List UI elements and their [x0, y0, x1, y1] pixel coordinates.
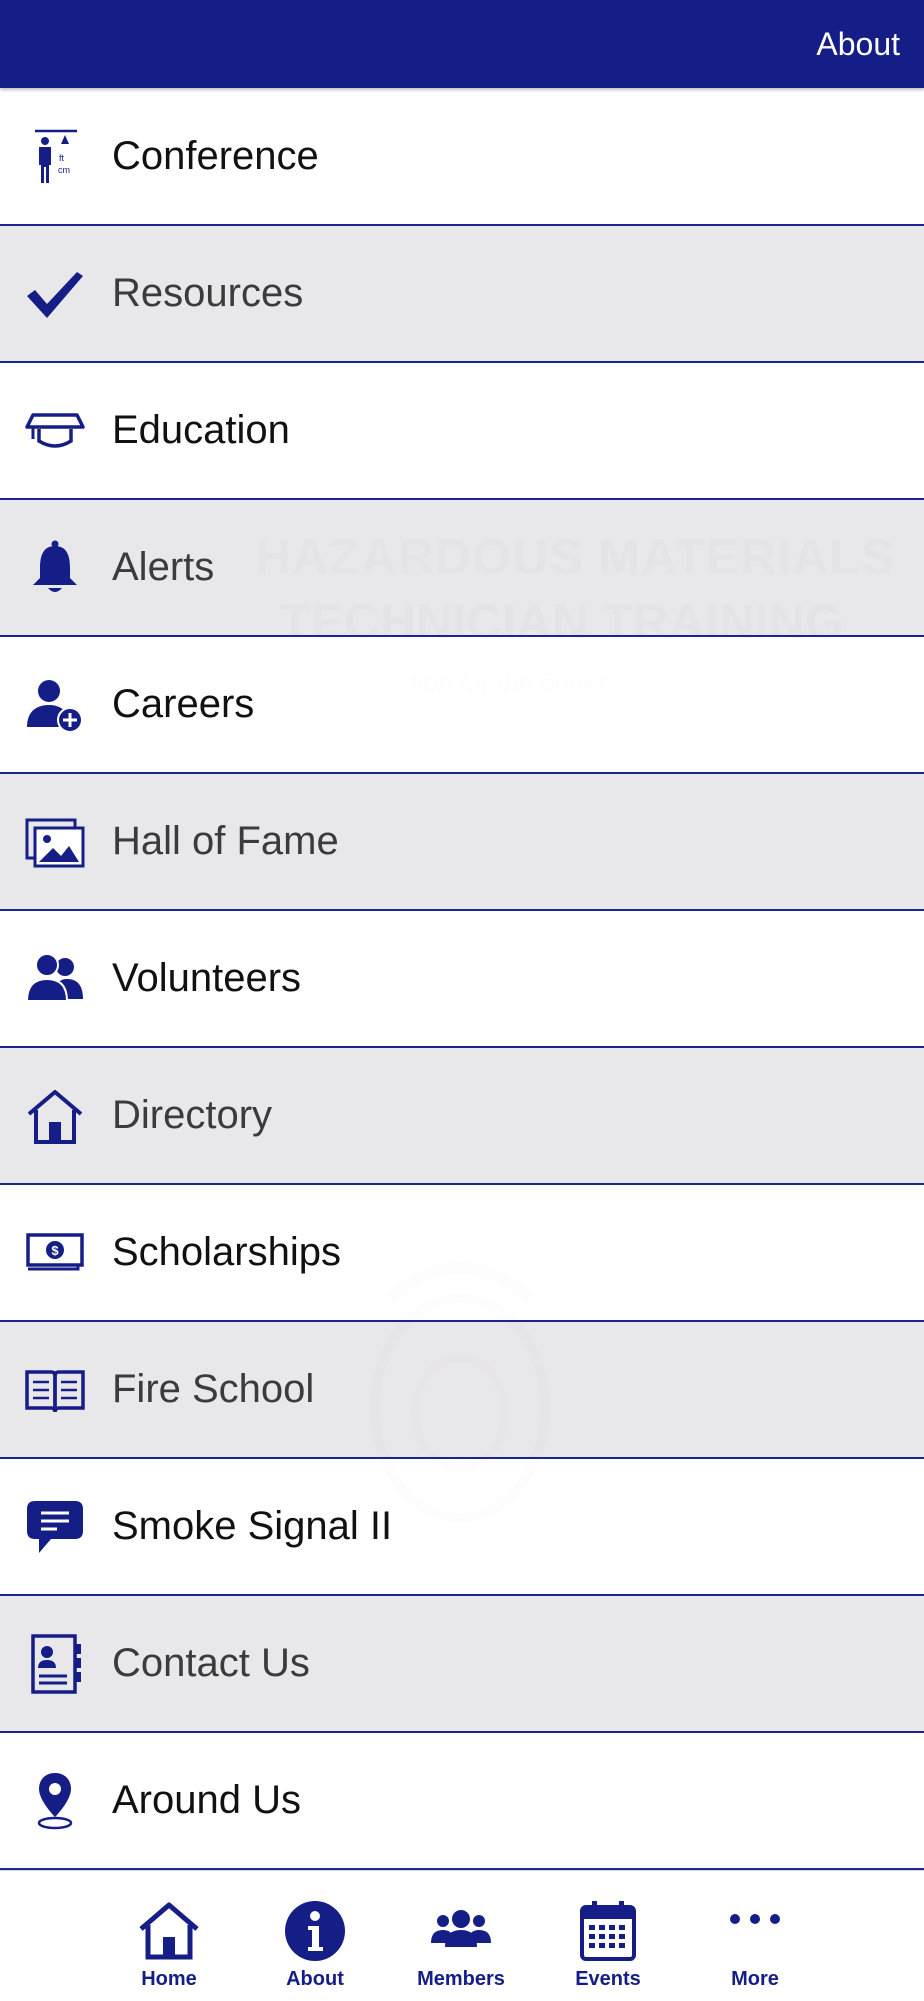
- menu-item-label: Conference: [112, 134, 319, 178]
- info-icon: [283, 1899, 347, 1963]
- menu-item-contact-us[interactable]: Contact Us: [0, 1596, 924, 1733]
- menu-item-directory[interactable]: Directory: [0, 1048, 924, 1185]
- tab-home[interactable]: Home: [99, 1871, 239, 2001]
- menu-item-label: Contact Us: [112, 1641, 310, 1685]
- tab-label: Home: [141, 1968, 197, 1990]
- more-dots-icon: [723, 1899, 787, 1963]
- tab-label: About: [286, 1968, 344, 1990]
- menu-item-smoke-signal[interactable]: Smoke Signal II: [0, 1459, 924, 1596]
- chat-bubble-icon: [24, 1496, 86, 1558]
- calendar-icon: [576, 1899, 640, 1963]
- bell-icon: [24, 537, 86, 599]
- contact-card-icon: [24, 1633, 86, 1695]
- menu-item-hall-of-fame[interactable]: Hall of Fame: [0, 774, 924, 911]
- users-icon: [24, 948, 86, 1010]
- app-header: About: [0, 0, 924, 88]
- user-add-icon: [24, 674, 86, 736]
- tab-label: Members: [417, 1968, 505, 1990]
- photo-gallery-icon: [24, 811, 86, 873]
- home-icon: [137, 1899, 201, 1963]
- menu-item-scholarships[interactable]: $ Scholarships: [0, 1185, 924, 1322]
- menu-item-volunteers[interactable]: Volunteers: [0, 911, 924, 1048]
- svg-text:$: $: [51, 1243, 59, 1258]
- menu-item-label: Alerts: [112, 545, 215, 589]
- menu-item-label: Careers: [112, 682, 255, 726]
- menu-item-conference[interactable]: ft cm Conference: [0, 89, 924, 226]
- menu-item-label: Hall of Fame: [112, 819, 339, 863]
- height-measure-person-icon: ft cm: [24, 126, 86, 188]
- tab-label: More: [731, 1968, 779, 1990]
- menu-item-label: Scholarships: [112, 1230, 342, 1274]
- tab-events[interactable]: Events: [538, 1871, 678, 2001]
- graduation-cap-icon: [24, 400, 86, 462]
- menu-item-label: Resources: [112, 271, 304, 315]
- map-pin-icon: [24, 1770, 86, 1832]
- menu-item-fire-school[interactable]: Fire School: [0, 1322, 924, 1459]
- menu-item-label: Smoke Signal II: [112, 1504, 393, 1548]
- menu-item-around-us[interactable]: Around Us: [0, 1733, 924, 1870]
- menu-item-alerts[interactable]: Alerts: [0, 500, 924, 637]
- menu-item-label: Education: [112, 408, 290, 452]
- members-icon: [429, 1899, 493, 1963]
- bottom-tab-bar: Home About Members Events More: [0, 1870, 924, 2001]
- menu-item-careers[interactable]: Careers: [0, 637, 924, 774]
- main-menu: ft cm Conference Resources Education Ale…: [0, 89, 924, 1870]
- menu-item-label: Around Us: [112, 1778, 301, 1822]
- menu-item-education[interactable]: Education: [0, 363, 924, 500]
- menu-item-label: Directory: [112, 1093, 273, 1137]
- tab-about[interactable]: About: [245, 1871, 385, 2001]
- tab-label: Events: [575, 1968, 641, 1990]
- tab-more[interactable]: More: [685, 1871, 825, 2001]
- svg-text:ft: ft: [59, 153, 65, 163]
- header-title: About: [816, 26, 900, 62]
- open-book-icon: [24, 1359, 86, 1421]
- house-icon: [24, 1085, 86, 1147]
- checkmark-icon: [24, 263, 86, 325]
- menu-item-resources[interactable]: Resources: [0, 226, 924, 363]
- money-bill-icon: $: [24, 1222, 86, 1284]
- svg-text:cm: cm: [58, 165, 70, 175]
- menu-item-label: Volunteers: [112, 956, 302, 1000]
- menu-item-label: Fire School: [112, 1367, 315, 1411]
- tab-members[interactable]: Members: [391, 1871, 531, 2001]
